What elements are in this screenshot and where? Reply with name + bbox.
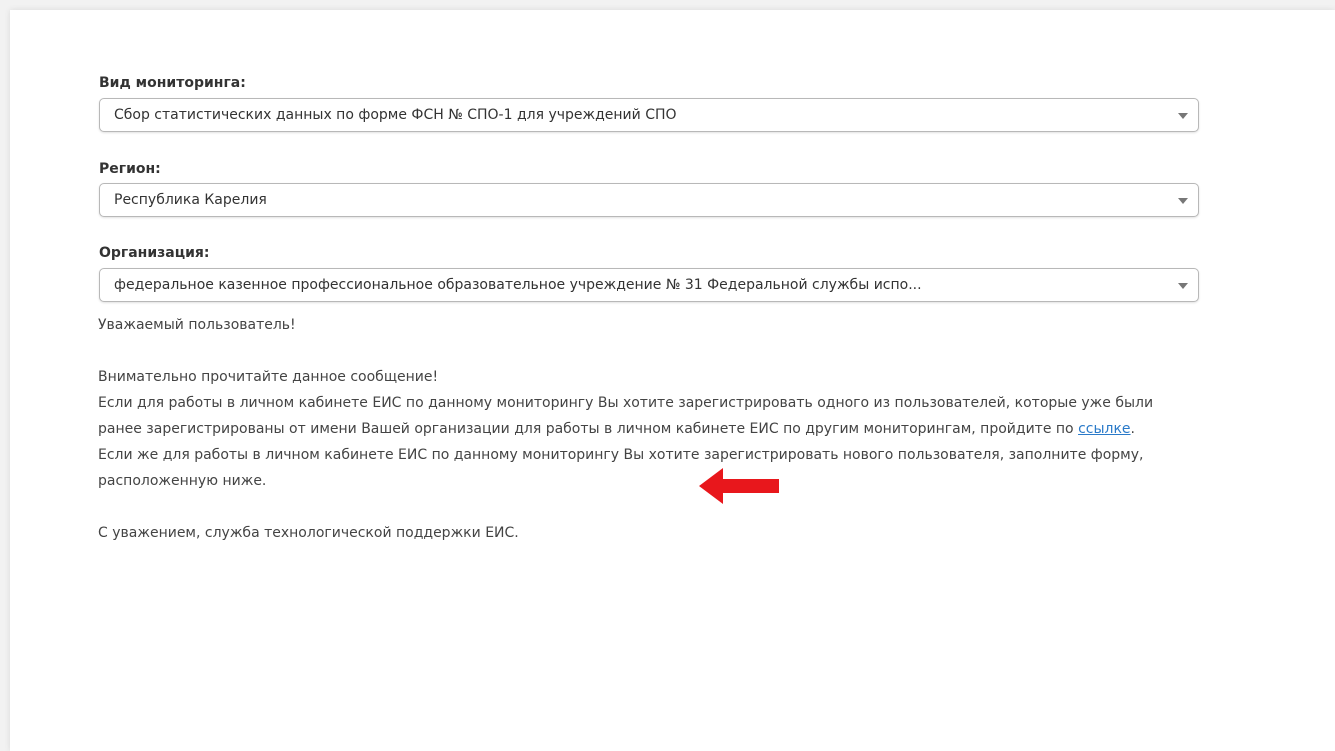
message-new-user-paragraph: Если же для работы в личном кабинете ЕИС… [98,447,1144,489]
monitoring-select[interactable]: Сбор статистических данных по форме ФСН … [99,98,1199,132]
info-message: Уважаемый пользователь! Внимательно проч… [98,312,1198,546]
region-select-value: Республика Карелия [114,192,267,208]
monitoring-label: Вид мониторинга: [99,75,246,91]
message-existing-user-paragraph: Если для работы в личном кабинете ЕИС по… [98,390,1198,442]
existing-user-link[interactable]: ссылке [1078,421,1130,437]
chevron-down-icon [1178,198,1188,204]
message-existing-user-end: . [1130,421,1135,437]
organization-select[interactable]: федеральное казенное профессиональное об… [99,268,1199,302]
organization-select-value: федеральное казенное профессиональное об… [114,277,922,293]
red-arrow-left-icon [699,468,779,504]
message-greeting: Уважаемый пользователь! [98,317,296,333]
message-existing-user-text: Если для работы в личном кабинете ЕИС по… [98,395,1154,437]
region-label: Регион: [99,161,161,177]
message-attention: Внимательно прочитайте данное сообщение! [98,369,439,385]
chevron-down-icon [1178,113,1188,119]
region-select[interactable]: Республика Карелия [99,183,1199,217]
chevron-down-icon [1178,283,1188,289]
message-signature: С уважением, служба технологической подд… [98,525,519,541]
monitoring-select-value: Сбор статистических данных по форме ФСН … [114,107,677,123]
organization-label: Организация: [99,245,210,261]
